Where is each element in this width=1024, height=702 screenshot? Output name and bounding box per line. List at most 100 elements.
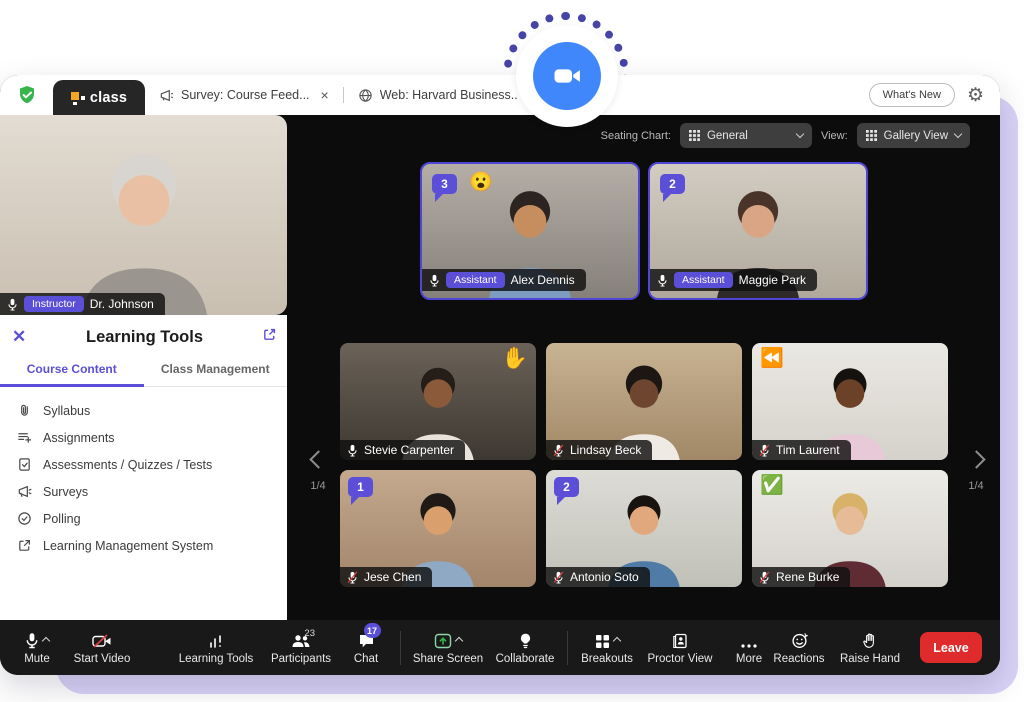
mic-icon: [25, 632, 39, 649]
app-screen: class Survey: Course Feed... × Web: Harv…: [0, 0, 1024, 702]
video-tile-rene-burke[interactable]: ✅ Rene Burke: [752, 470, 948, 587]
panel-tabs: Course Content Class Management: [0, 355, 287, 387]
grid-icon: [866, 130, 877, 141]
close-tab-icon[interactable]: ×: [321, 88, 329, 102]
megaphone-icon: [159, 88, 174, 103]
popout-icon[interactable]: [247, 327, 277, 347]
chat-count-badge: 17: [364, 623, 381, 638]
tab-class-home[interactable]: class: [53, 80, 145, 115]
mute-button[interactable]: Mute: [14, 630, 60, 665]
video-tile-alex-dennis[interactable]: 3 😮 Assistant Alex Dennis: [420, 162, 640, 300]
panel-item-assignments[interactable]: Assignments: [0, 424, 287, 451]
video-tile-antonio-soto[interactable]: 2 Antonio Soto: [546, 470, 742, 587]
chevron-up-icon[interactable]: [612, 637, 620, 645]
panel-item-syllabus[interactable]: Syllabus: [0, 397, 287, 424]
share-screen-icon: [434, 633, 452, 649]
panel-item-surveys[interactable]: Surveys: [0, 478, 287, 505]
panel-item-polling[interactable]: Polling: [0, 505, 287, 532]
chat-button[interactable]: 17 Chat: [344, 630, 388, 665]
close-panel-icon[interactable]: ✕: [12, 327, 42, 347]
participant-name: Dr. Johnson: [90, 297, 154, 311]
proctor-view-button[interactable]: Proctor View: [642, 630, 718, 665]
video-tile-instructor[interactable]: Instructor Dr. Johnson: [0, 115, 287, 315]
tab-survey[interactable]: Survey: Course Feed... ×: [145, 75, 343, 115]
item-label: Learning Management System: [43, 539, 213, 553]
external-link-icon: [17, 538, 32, 553]
view-dropdown[interactable]: Gallery View: [857, 123, 970, 148]
panel-title: Learning Tools: [42, 328, 247, 347]
role-badge: Instructor: [24, 296, 84, 312]
video-tile-stevie-carpenter[interactable]: ✋ Stevie Carpenter: [340, 343, 536, 460]
nameplate: Tim Laurent: [752, 440, 851, 460]
course-content-list: Syllabus Assignments Assessments / Quizz…: [0, 397, 287, 559]
reactions-button[interactable]: Reactions: [770, 630, 828, 665]
more-button[interactable]: More: [728, 630, 770, 665]
video-tile-maggie-park[interactable]: 2 Assistant Maggie Park: [648, 162, 868, 300]
camera-off-icon: [92, 633, 112, 649]
meeting-content: Instructor Dr. Johnson ✕ Learning Tools: [0, 115, 1000, 620]
video-tile-lindsay-beck[interactable]: Lindsay Beck: [546, 343, 742, 460]
seating-chart-value: General: [707, 130, 748, 142]
chevron-down-icon: [954, 130, 962, 138]
page-indicator: 1/4: [968, 480, 983, 492]
panel-item-lms[interactable]: Learning Management System: [0, 532, 287, 559]
queue-badge: 3: [432, 174, 457, 194]
video-tile-tim-laurent[interactable]: ⏪ Tim Laurent: [752, 343, 948, 460]
reaction-emoji: 😮: [469, 173, 493, 192]
nameplate: Lindsay Beck: [546, 440, 652, 460]
collaborate-button[interactable]: Collaborate: [491, 630, 559, 665]
zoom-camera-icon: [533, 42, 601, 110]
gallery-next-button[interactable]: 1/4: [959, 453, 993, 492]
leave-button[interactable]: Leave: [920, 632, 982, 663]
participant-name: Rene Burke: [776, 570, 839, 584]
queue-badge: 1: [348, 477, 373, 497]
settings-gear-icon[interactable]: ⚙: [967, 86, 984, 105]
nameplate: Assistant Maggie Park: [650, 269, 817, 291]
button-label: Chat: [354, 653, 378, 665]
bottom-toolbar: Mute Start Video Learn: [0, 620, 1000, 675]
tab-course-content[interactable]: Course Content: [0, 355, 144, 387]
breakouts-grid-icon: [595, 634, 610, 649]
gallery-prev-button[interactable]: 1/4: [301, 453, 335, 492]
meeting-window: class Survey: Course Feed... × Web: Harv…: [0, 75, 1000, 675]
mic-on-icon: [657, 274, 668, 287]
chevron-left-icon: [309, 450, 327, 468]
participants-button[interactable]: 23 Participants: [266, 630, 336, 665]
mic-muted-icon: [759, 571, 770, 584]
whats-new-button[interactable]: What's New: [869, 83, 955, 107]
learning-tools-button[interactable]: Learning Tools: [174, 630, 258, 665]
button-label: Reactions: [773, 653, 824, 665]
share-screen-button[interactable]: Share Screen: [409, 630, 487, 665]
nameplate: Instructor Dr. Johnson: [0, 293, 165, 315]
mic-muted-icon: [553, 571, 564, 584]
toolbar-divider: [400, 631, 401, 665]
nameplate: Jese Chen: [340, 567, 432, 587]
tab-class-management[interactable]: Class Management: [144, 355, 288, 387]
participant-name: Alex Dennis: [511, 273, 575, 287]
start-video-button[interactable]: Start Video: [70, 630, 134, 665]
proctor-view-icon: [672, 633, 688, 649]
chevron-up-icon[interactable]: [42, 637, 50, 645]
check-circle-icon: [17, 511, 32, 526]
item-label: Assessments / Quizzes / Tests: [43, 458, 212, 472]
button-label: Raise Hand: [840, 653, 900, 665]
raise-hand-icon: [862, 632, 878, 649]
view-controls: Seating Chart: General View:: [601, 123, 970, 148]
breakouts-button[interactable]: Breakouts: [576, 630, 638, 665]
panel-item-assessments[interactable]: Assessments / Quizzes / Tests: [0, 451, 287, 478]
mic-muted-icon: [553, 444, 564, 457]
raise-hand-button[interactable]: Raise Hand: [838, 630, 902, 665]
item-label: Assignments: [43, 431, 115, 445]
button-label: Share Screen: [413, 653, 483, 665]
video-tile-jese-chen[interactable]: 1 Jese Chen: [340, 470, 536, 587]
participants-count: 23: [304, 628, 315, 639]
tab-label: Survey: Course Feed...: [181, 88, 310, 102]
chevron-up-icon[interactable]: [455, 637, 463, 645]
button-label: More: [736, 653, 762, 665]
button-label: Start Video: [74, 653, 131, 665]
nameplate: Rene Burke: [752, 567, 850, 587]
reactions-smiley-icon: [791, 632, 808, 649]
seating-chart-dropdown[interactable]: General: [680, 123, 812, 148]
view-value: Gallery View: [884, 130, 948, 142]
rewind-emoji: ⏪: [760, 349, 784, 368]
